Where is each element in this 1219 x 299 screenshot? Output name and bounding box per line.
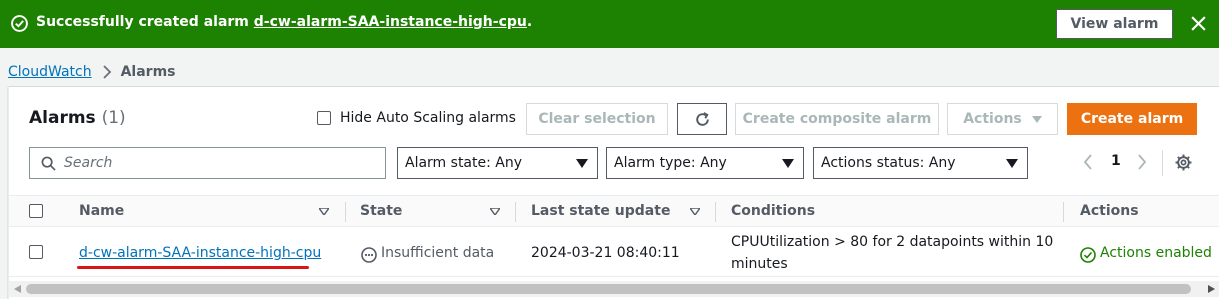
check-circle-icon (1080, 247, 1096, 263)
ellipsis-circle-icon (361, 247, 377, 263)
scroll-right-icon[interactable] (1208, 285, 1215, 293)
alarm-state-text: Insufficient data (381, 245, 495, 261)
actions-button-label: Actions (963, 111, 1022, 127)
column-divider[interactable] (1063, 202, 1064, 222)
close-icon[interactable] (1190, 15, 1207, 32)
actions-dropdown-button[interactable]: Actions (947, 103, 1058, 135)
search-field[interactable] (29, 147, 386, 179)
current-page-number[interactable]: 1 (1111, 153, 1121, 169)
breadcrumb-cloudwatch[interactable]: CloudWatch (8, 64, 92, 80)
conditions-line-1: CPUUtilization > 80 for 2 datapoints wit… (731, 234, 1054, 250)
sort-caret-icon[interactable] (490, 208, 500, 215)
sort-caret-icon[interactable] (319, 208, 329, 215)
success-flash-banner: Successfully created alarm d-cw-alarm-SA… (0, 0, 1219, 48)
row-select-checkbox[interactable] (29, 245, 43, 259)
column-header-state[interactable]: State (360, 203, 402, 219)
table-header: Name State Last state update Conditions … (9, 195, 1219, 227)
caret-down-icon (1031, 115, 1042, 123)
alarm-type-select[interactable]: Alarm type: Any (606, 147, 804, 179)
actions-status-select-value: Actions status: Any (821, 155, 956, 171)
table-row: d-cw-alarm-SAA-instance-high-cpu Insuffi… (9, 227, 1219, 277)
actions-status-text: Actions enabled (1100, 245, 1212, 261)
column-header-actions: Actions (1080, 203, 1139, 219)
caret-down-icon (1006, 159, 1018, 168)
actions-status-select[interactable]: Actions status: Any (813, 147, 1028, 179)
hide-autoscaling-checkbox[interactable] (317, 111, 331, 125)
horizontal-scrollbar[interactable] (9, 281, 1219, 297)
scrollbar-thumb[interactable] (26, 284, 1191, 294)
refresh-icon (695, 111, 709, 126)
check-circle-icon (11, 15, 28, 32)
breadcrumb-alarms: Alarms (120, 64, 176, 80)
search-icon (41, 156, 56, 171)
column-divider[interactable] (515, 202, 516, 222)
alarm-state-select-value: Alarm state: Any (405, 155, 523, 171)
column-header-conditions: Conditions (731, 203, 816, 219)
flash-alarm-link[interactable]: d-cw-alarm-SAA-instance-high-cpu (254, 14, 527, 30)
column-divider[interactable] (345, 202, 346, 222)
flash-message: Successfully created alarm d-cw-alarm-SA… (36, 14, 532, 30)
search-input[interactable] (62, 152, 372, 174)
alarm-name-link[interactable]: d-cw-alarm-SAA-instance-high-cpu (79, 245, 321, 261)
sort-caret-icon[interactable] (690, 208, 700, 215)
caret-down-icon (576, 159, 588, 168)
last-state-update: 2024-03-21 08:40:11 (531, 245, 680, 261)
select-all-checkbox[interactable] (29, 204, 43, 218)
alarms-panel: Alarms (1) Hide Auto Scaling alarms Clea… (8, 86, 1219, 299)
conditions-line-2: minutes (731, 256, 788, 272)
chevron-right-icon[interactable] (1137, 154, 1147, 170)
chevron-left-icon[interactable] (1083, 154, 1093, 170)
alarm-type-select-value: Alarm type: Any (614, 155, 727, 171)
create-composite-alarm-button[interactable]: Create composite alarm (735, 103, 939, 135)
page-title-text: Alarms (29, 108, 96, 128)
scroll-left-icon[interactable] (14, 285, 21, 293)
column-header-last-state-update[interactable]: Last state update (531, 203, 670, 219)
alarm-state-select[interactable]: Alarm state: Any (397, 147, 598, 179)
flash-message-suffix: . (526, 14, 533, 30)
create-alarm-button[interactable]: Create alarm (1067, 103, 1197, 135)
column-header-name[interactable]: Name (79, 203, 124, 219)
pager-divider (1162, 150, 1163, 176)
hide-autoscaling-label[interactable]: Hide Auto Scaling alarms (340, 110, 516, 126)
flash-message-prefix: Successfully created alarm (36, 14, 254, 30)
chevron-right-icon (102, 65, 111, 79)
gear-icon[interactable] (1175, 154, 1192, 171)
breadcrumb: CloudWatch Alarms (8, 62, 175, 82)
caret-down-icon (782, 159, 794, 168)
highlight-underline (77, 266, 309, 269)
clear-selection-button[interactable]: Clear selection (526, 103, 668, 135)
page-title: Alarms (1) (29, 108, 126, 128)
column-divider[interactable] (715, 202, 716, 222)
view-alarm-button[interactable]: View alarm (1056, 9, 1173, 39)
refresh-button[interactable] (677, 103, 727, 135)
alarm-count: (1) (101, 108, 126, 128)
